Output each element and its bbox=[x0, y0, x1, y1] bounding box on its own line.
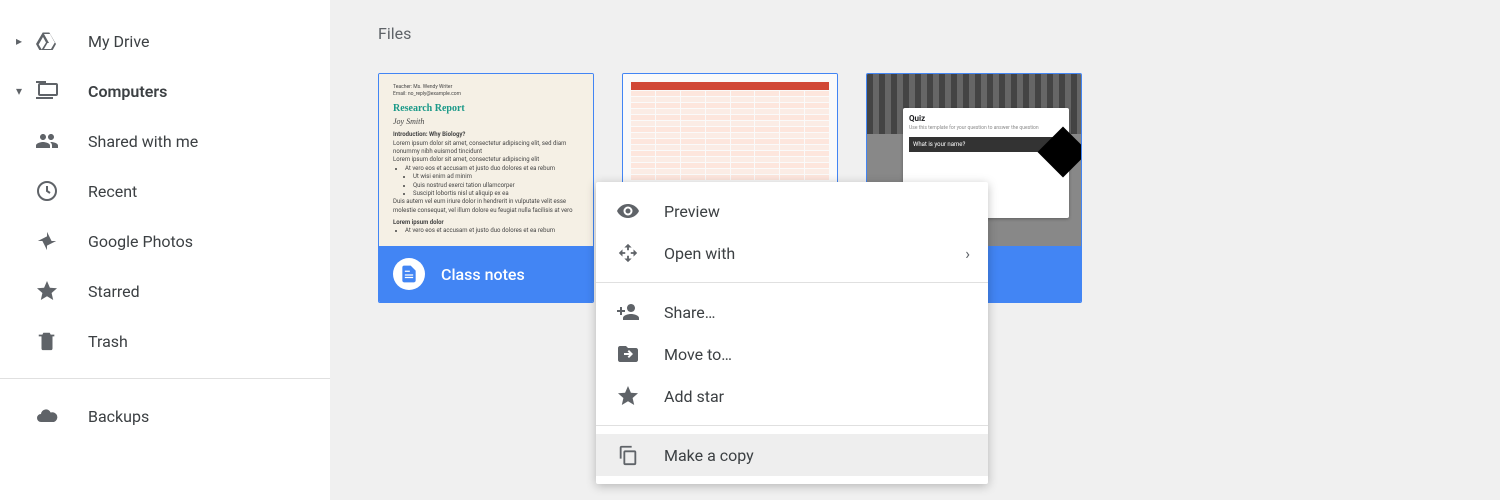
sidebar-item-label: My Drive bbox=[88, 32, 149, 51]
menu-item-make-copy[interactable]: Make a copy bbox=[596, 434, 988, 476]
menu-item-open-with[interactable]: Open with › bbox=[596, 232, 988, 274]
chevron-right-icon: ▸ bbox=[10, 34, 28, 48]
add-person-icon bbox=[616, 300, 640, 324]
file-thumbnail: Teacher: Ms. Wendy Writer Email: no_repl… bbox=[379, 74, 593, 246]
sidebar-item-label: Trash bbox=[88, 332, 128, 351]
menu-label: Share… bbox=[664, 303, 715, 322]
sidebar-item-label: Shared with me bbox=[88, 132, 198, 151]
sidebar-item-shared[interactable]: Shared with me bbox=[0, 116, 330, 166]
file-name: Class notes bbox=[441, 265, 525, 284]
sidebar-item-label: Backups bbox=[88, 407, 149, 426]
sidebar: ▸ My Drive ▾ Computers Shared with me Re… bbox=[0, 0, 330, 500]
sidebar-item-label: Starred bbox=[88, 282, 140, 301]
sidebar-item-label: Recent bbox=[88, 182, 137, 201]
sidebar-item-label: Computers bbox=[88, 82, 167, 101]
sidebar-item-starred[interactable]: Starred bbox=[0, 266, 330, 316]
docs-icon bbox=[393, 258, 425, 290]
sidebar-item-photos[interactable]: Google Photos bbox=[0, 216, 330, 266]
copy-icon bbox=[616, 443, 640, 467]
menu-label: Open with bbox=[664, 244, 735, 263]
trash-icon bbox=[34, 328, 60, 354]
menu-item-share[interactable]: Share… bbox=[596, 291, 988, 333]
file-footer: Class notes bbox=[379, 246, 593, 302]
computers-icon bbox=[34, 78, 60, 104]
star-icon bbox=[34, 278, 60, 304]
file-card-class-notes[interactable]: Teacher: Ms. Wendy Writer Email: no_repl… bbox=[378, 73, 594, 303]
menu-label: Move to… bbox=[664, 345, 732, 364]
photos-icon bbox=[34, 228, 60, 254]
sidebar-item-backups[interactable]: Backups bbox=[0, 391, 330, 441]
divider bbox=[0, 378, 330, 379]
sidebar-item-my-drive[interactable]: ▸ My Drive bbox=[0, 16, 330, 66]
cloud-icon bbox=[34, 403, 60, 429]
sidebar-item-recent[interactable]: Recent bbox=[0, 166, 330, 216]
sidebar-item-trash[interactable]: Trash bbox=[0, 316, 330, 366]
star-icon bbox=[616, 384, 640, 408]
menu-label: Preview bbox=[664, 202, 720, 221]
context-menu: Preview Open with › Share… Move to… Add … bbox=[596, 182, 988, 484]
folder-move-icon bbox=[616, 342, 640, 366]
eye-icon bbox=[616, 199, 640, 223]
drive-icon bbox=[34, 28, 60, 54]
section-title: Files bbox=[378, 24, 1452, 43]
open-with-icon bbox=[616, 241, 640, 265]
menu-item-preview[interactable]: Preview bbox=[596, 190, 988, 232]
clock-icon bbox=[34, 178, 60, 204]
chevron-down-icon: ▾ bbox=[10, 84, 28, 98]
menu-item-move-to[interactable]: Move to… bbox=[596, 333, 988, 375]
divider bbox=[596, 425, 988, 426]
menu-item-add-star[interactable]: Add star bbox=[596, 375, 988, 417]
sidebar-item-label: Google Photos bbox=[88, 232, 193, 251]
chevron-right-icon: › bbox=[965, 244, 970, 263]
sidebar-item-computers[interactable]: ▾ Computers bbox=[0, 66, 330, 116]
menu-label: Make a copy bbox=[664, 446, 754, 465]
divider bbox=[596, 282, 988, 283]
menu-label: Add star bbox=[664, 387, 724, 406]
people-icon bbox=[34, 128, 60, 154]
